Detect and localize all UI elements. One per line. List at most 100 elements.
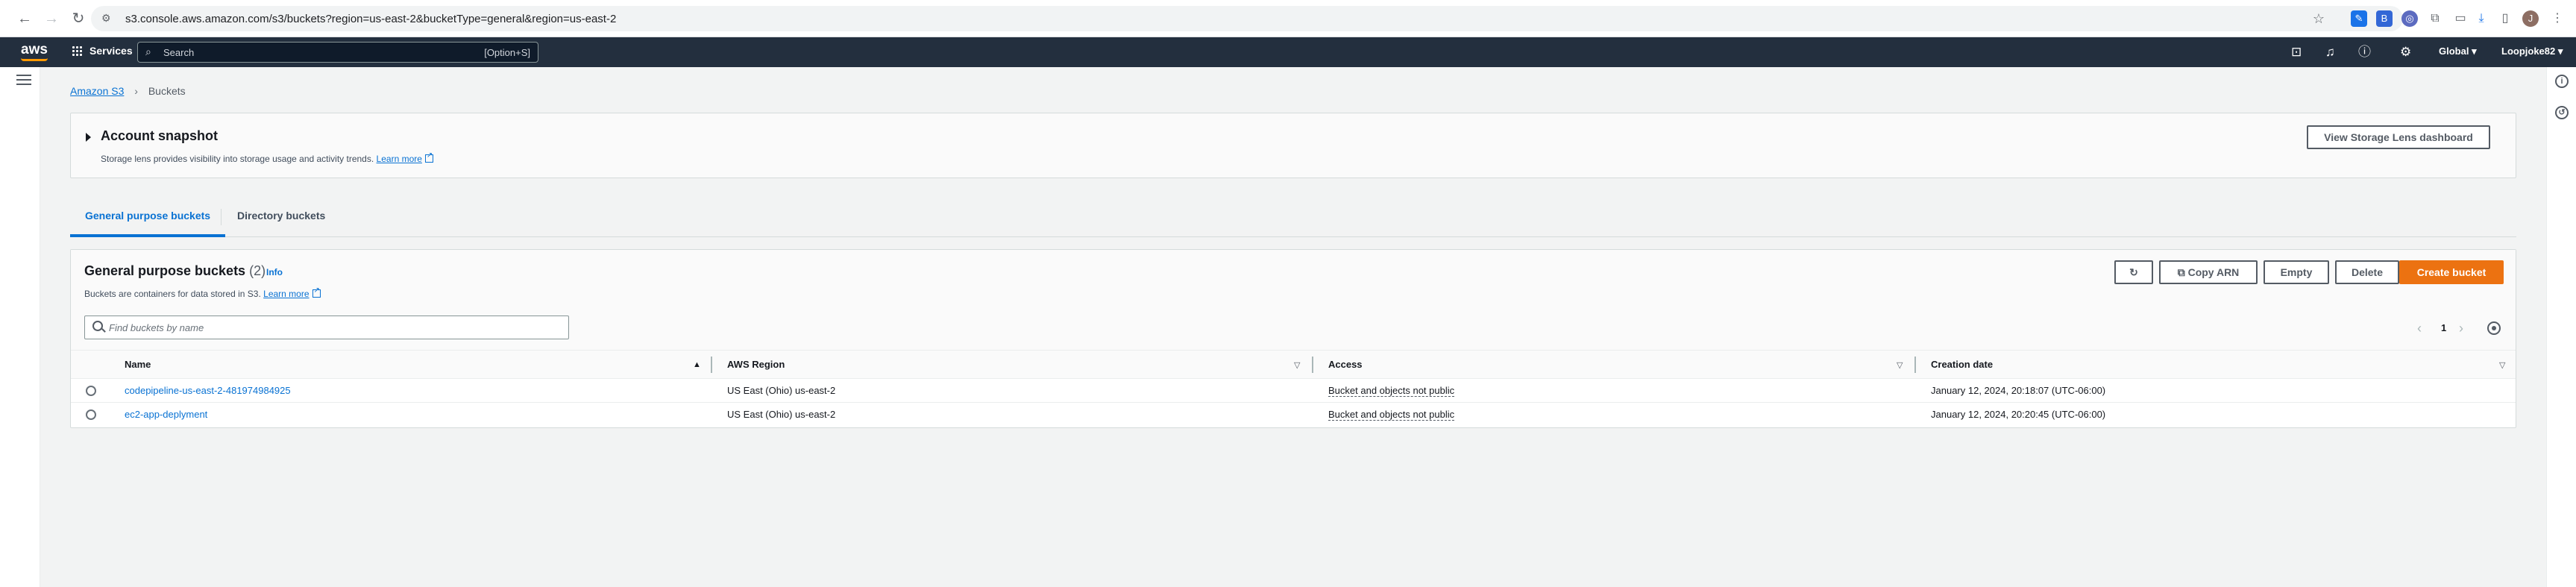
- table-preferences-gear-icon[interactable]: [2487, 321, 2501, 335]
- tab-divider: [221, 209, 222, 225]
- copy-arn-button[interactable]: ⧉ Copy ARN: [2159, 260, 2258, 284]
- column-resizer[interactable]: [711, 357, 712, 373]
- aws-logo[interactable]: aws: [21, 42, 48, 58]
- column-header-creation-date[interactable]: Creation date: [1931, 359, 1993, 370]
- empty-button[interactable]: Empty: [2264, 260, 2329, 284]
- refresh-button[interactable]: ↻: [2114, 260, 2153, 284]
- column-header-region[interactable]: AWS Region: [727, 359, 785, 370]
- side-navigation-rail: [0, 67, 40, 587]
- aws-search-input[interactable]: ⌕ Search [Option+S]: [137, 42, 538, 63]
- download-icon[interactable]: ⤓: [2473, 10, 2489, 27]
- sort-icon[interactable]: ▽: [1897, 360, 1903, 370]
- browser-toolbar: ← → ↻ ⚙ s3.console.aws.amazon.com/s3/buc…: [0, 0, 2576, 37]
- search-shortcut: [Option+S]: [484, 47, 530, 58]
- panel-description: Buckets are containers for data stored i…: [84, 286, 321, 299]
- services-grid-icon: [72, 45, 82, 56]
- profile-avatar[interactable]: J: [2522, 10, 2539, 27]
- panel-title: General purpose buckets (2): [84, 263, 266, 279]
- notifications-bell-icon[interactable]: ♫: [2325, 45, 2335, 60]
- table-row[interactable]: codepipeline-us-east-2-481974984925 US E…: [71, 379, 2516, 403]
- panel-title-text: General purpose buckets: [84, 263, 246, 278]
- table-row[interactable]: ec2-app-deplyment US East (Ohio) us-east…: [71, 403, 2516, 427]
- column-resizer[interactable]: [1312, 357, 1313, 373]
- external-link-icon: [424, 151, 433, 163]
- side-panel-icon[interactable]: ▯: [2497, 10, 2513, 27]
- tools-rail: i ↺: [2546, 67, 2576, 587]
- copy-arn-label: Copy ARN: [2187, 266, 2240, 278]
- find-buckets-input[interactable]: Find buckets by name: [84, 316, 569, 339]
- url-text: s3.console.aws.amazon.com/s3/buckets?reg…: [125, 13, 617, 25]
- snapshot-learn-more-link[interactable]: Learn more: [377, 154, 422, 164]
- breadcrumb: Amazon S3 › Buckets: [70, 85, 186, 97]
- tab-directory-buckets[interactable]: Directory buckets: [222, 198, 340, 237]
- panel-learn-more-link[interactable]: Learn more: [263, 289, 309, 299]
- site-info-icon[interactable]: ⚙: [101, 12, 113, 24]
- bucket-access[interactable]: Bucket and objects not public: [1328, 385, 1455, 397]
- cast-icon[interactable]: ▭: [2452, 10, 2469, 27]
- region-label: Global: [2439, 45, 2469, 57]
- bucket-count: (2): [249, 263, 266, 278]
- delete-button[interactable]: Delete: [2335, 260, 2399, 284]
- info-link[interactable]: Info: [266, 267, 283, 277]
- buckets-table-header: General purpose buckets (2) Info Buckets…: [71, 250, 2516, 351]
- bucket-region: US East (Ohio) us-east-2: [727, 385, 836, 396]
- view-storage-lens-button[interactable]: View Storage Lens dashboard: [2307, 125, 2490, 149]
- breadcrumb-buckets: Buckets: [148, 85, 186, 97]
- cloudshell-icon[interactable]: ⊡: [2291, 45, 2302, 60]
- hamburger-menu-icon[interactable]: [16, 75, 31, 85]
- snapshot-description: Storage lens provides visibility into st…: [101, 151, 433, 164]
- bucket-region: US East (Ohio) us-east-2: [727, 409, 836, 420]
- search-icon: ⌕: [145, 45, 151, 57]
- bucket-type-tabs: General purpose buckets Directory bucket…: [70, 198, 2516, 237]
- aws-logo-smile: [21, 58, 48, 61]
- sort-icon[interactable]: ▽: [2499, 360, 2505, 370]
- extensions-puzzle-icon[interactable]: ⧉: [2427, 10, 2443, 27]
- snapshot-title[interactable]: Account snapshot: [101, 128, 218, 144]
- more-menu-icon[interactable]: ⋮: [2549, 10, 2566, 27]
- services-label: Services: [89, 45, 133, 57]
- find-buckets-placeholder: Find buckets by name: [109, 322, 204, 333]
- bucket-name-link[interactable]: ec2-app-deplyment: [125, 409, 207, 420]
- help-icon[interactable]: ⓘ: [2358, 45, 2371, 60]
- row-select-radio[interactable]: [86, 409, 96, 420]
- column-header-name[interactable]: Name: [125, 359, 151, 370]
- extension-icon[interactable]: B: [2376, 10, 2393, 27]
- breadcrumb-amazon-s3[interactable]: Amazon S3: [70, 85, 124, 97]
- previous-page-icon[interactable]: ‹: [2417, 321, 2422, 335]
- address-bar[interactable]: ⚙ s3.console.aws.amazon.com/s3/buckets?r…: [91, 6, 2403, 31]
- extension-icon[interactable]: ◎: [2401, 10, 2418, 27]
- bucket-creation-date: January 12, 2024, 20:20:45 (UTC-06:00): [1931, 409, 2106, 420]
- info-panel-icon[interactable]: i: [2555, 75, 2569, 88]
- create-bucket-button[interactable]: Create bucket: [2399, 260, 2504, 284]
- feedback-icon[interactable]: ↺: [2555, 106, 2569, 119]
- bucket-name-link[interactable]: codepipeline-us-east-2-481974984925: [125, 385, 291, 396]
- column-resizer[interactable]: [1914, 357, 1916, 373]
- expand-caret-icon[interactable]: [86, 133, 91, 142]
- region-selector[interactable]: Global ▾: [2439, 45, 2477, 57]
- buckets-table-panel: General purpose buckets (2) Info Buckets…: [70, 249, 2516, 428]
- aws-top-nav: aws Services ⌕ Search [Option+S] ⊡ ♫ ⓘ ⚙…: [0, 37, 2576, 67]
- bucket-creation-date: January 12, 2024, 20:18:07 (UTC-06:00): [1931, 385, 2106, 396]
- bookmark-star-icon[interactable]: ☆: [2310, 10, 2327, 27]
- copy-icon: ⧉: [2177, 266, 2188, 278]
- next-page-icon[interactable]: ›: [2459, 321, 2463, 335]
- services-menu-button[interactable]: Services: [72, 45, 133, 57]
- back-icon[interactable]: ←: [15, 9, 34, 28]
- forward-icon[interactable]: →: [42, 9, 61, 28]
- snapshot-description-text: Storage lens provides visibility into st…: [101, 154, 374, 164]
- sort-icon[interactable]: ▽: [1294, 360, 1300, 370]
- row-select-radio[interactable]: [86, 386, 96, 396]
- sort-ascending-icon[interactable]: ▲: [693, 360, 701, 369]
- account-menu[interactable]: Loopjoke82 ▾: [2501, 45, 2563, 57]
- current-page-number[interactable]: 1: [2441, 322, 2446, 333]
- table-column-headers: Name ▲ AWS Region ▽ Access ▽ Creation da…: [71, 351, 2516, 379]
- chevron-right-icon: ›: [134, 85, 138, 97]
- reload-icon[interactable]: ↻: [69, 9, 88, 28]
- panel-description-text: Buckets are containers for data stored i…: [84, 289, 261, 299]
- account-snapshot-panel: Account snapshot Storage lens provides v…: [70, 113, 2516, 178]
- bucket-access[interactable]: Bucket and objects not public: [1328, 409, 1455, 421]
- settings-gear-icon[interactable]: ⚙: [2400, 45, 2411, 60]
- column-header-access[interactable]: Access: [1328, 359, 1363, 370]
- tab-general-purpose-buckets[interactable]: General purpose buckets: [70, 198, 226, 237]
- extension-icon[interactable]: ✎: [2351, 10, 2367, 27]
